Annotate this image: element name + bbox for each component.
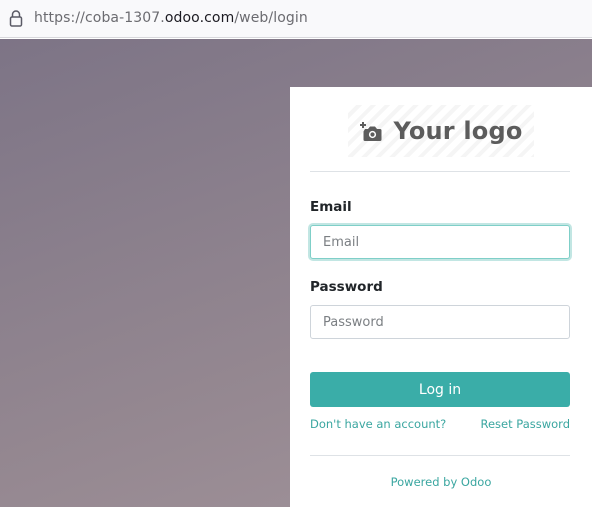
company-logo: Your logo xyxy=(348,105,534,157)
reset-password-link[interactable]: Reset Password xyxy=(481,417,571,431)
password-field[interactable] xyxy=(310,305,570,339)
camera-add-icon xyxy=(360,122,382,141)
email-label: Email xyxy=(310,199,352,215)
email-field[interactable] xyxy=(310,225,570,259)
url-text[interactable]: https://coba-1307.odoo.com/web/login xyxy=(34,10,308,26)
login-card: Your logo Email Password Log in Don't ha… xyxy=(290,87,592,507)
logo-text: Your logo xyxy=(393,117,523,145)
powered-by-link[interactable]: Powered by Odoo xyxy=(290,475,592,489)
footer-divider xyxy=(310,455,570,456)
url-prefix: https://coba-1307. xyxy=(34,10,165,26)
url-path: /web/login xyxy=(234,10,308,26)
login-button[interactable]: Log in xyxy=(310,372,570,407)
browser-address-bar[interactable]: https://coba-1307.odoo.com/web/login xyxy=(0,0,592,38)
signup-link[interactable]: Don't have an account? xyxy=(310,417,446,431)
lock-icon xyxy=(9,10,23,27)
logo-divider xyxy=(310,171,570,172)
url-host: odoo.com xyxy=(164,10,235,26)
password-label: Password xyxy=(310,279,383,295)
